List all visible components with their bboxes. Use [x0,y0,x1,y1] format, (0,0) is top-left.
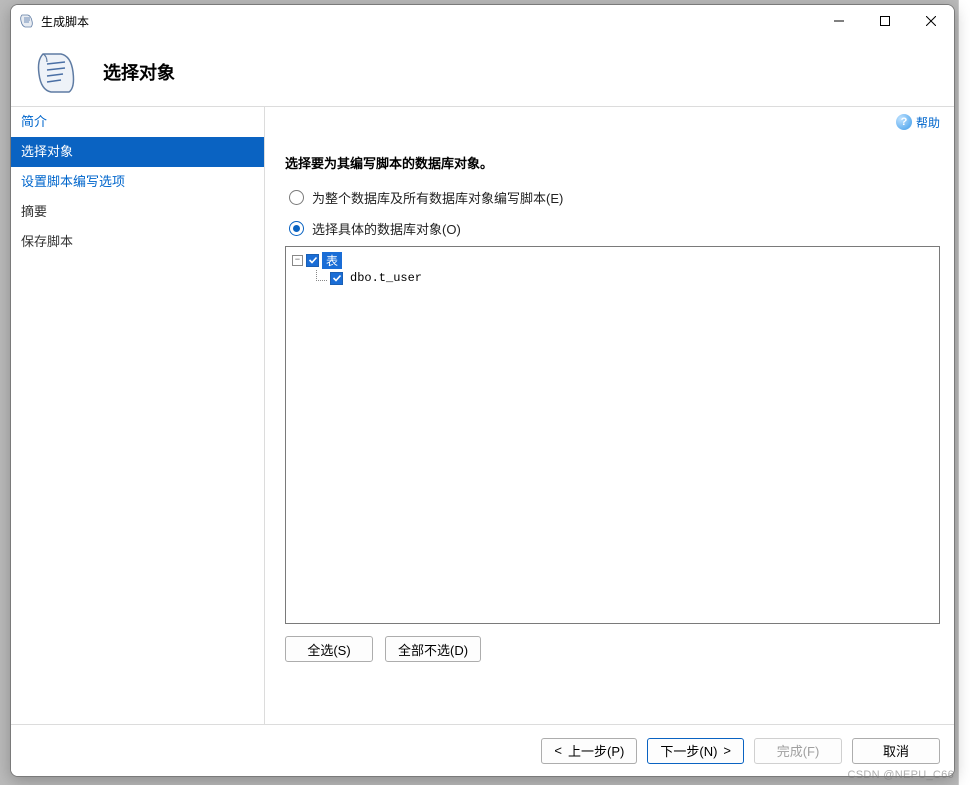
script-scroll-icon [33,48,81,96]
button-label: 取消 [883,741,909,760]
help-label: 帮助 [916,114,940,131]
sidebar-item-choose-objects[interactable]: 选择对象 [11,137,264,167]
window-controls [816,5,954,37]
instruction-text: 选择要为其编写脚本的数据库对象。 [285,153,940,172]
button-label: 完成(F) [777,741,820,760]
tree-node-label: dbo.t_user [346,271,426,285]
chevron-right-icon: > [723,743,731,758]
previous-button[interactable]: < 上一步(P) [541,738,637,764]
checkbox-checked-icon[interactable] [330,272,343,285]
main-content: ? 帮助 选择要为其编写脚本的数据库对象。 为整个数据库及所有数据库对象编写脚本… [265,107,954,724]
radio-select-specific-objects[interactable]: 选择具体的数据库对象(O) [289,219,940,238]
wizard-footer: < 上一步(P) 下一步(N) > 完成(F) 取消 [11,724,954,776]
button-label: 下一步(N) [660,741,717,760]
help-link[interactable]: ? 帮助 [285,107,940,137]
objects-tree[interactable]: − 表 dbo.t_user [285,246,940,624]
select-all-button[interactable]: 全选(S) [285,636,373,662]
window-title: 生成脚本 [41,13,89,30]
radio-label: 为整个数据库及所有数据库对象编写脚本(E) [312,188,563,207]
radio-script-entire-db[interactable]: 为整个数据库及所有数据库对象编写脚本(E) [289,188,940,207]
dialog-body: 简介 选择对象 设置脚本编写选项 摘要 保存脚本 ? 帮助 选择要为其编写脚本的… [11,107,954,724]
button-label: 上一步(P) [568,741,624,760]
watermark-text: CSDN @NEPU_C66 [848,769,954,781]
background-sliver [958,0,970,785]
button-label: 全部不选(D) [398,640,468,659]
titlebar: 生成脚本 [11,5,954,37]
tree-connector-icon [316,270,327,281]
radio-icon [289,221,304,236]
close-button[interactable] [908,5,954,37]
page-title: 选择对象 [103,59,175,85]
sidebar-item-label: 选择对象 [21,144,73,159]
finish-button: 完成(F) [754,738,842,764]
expand-toggle-icon[interactable]: − [292,255,303,266]
tree-node-label: 表 [322,252,342,269]
selection-buttons: 全选(S) 全部不选(D) [285,636,940,662]
tree-node-tables[interactable]: − 表 [292,251,933,269]
wizard-steps-sidebar: 简介 选择对象 设置脚本编写选项 摘要 保存脚本 [11,107,265,724]
checkbox-checked-icon[interactable] [306,254,319,267]
deselect-all-button[interactable]: 全部不选(D) [385,636,481,662]
sidebar-item-summary[interactable]: 摘要 [11,197,264,227]
sidebar-item-scripting-options[interactable]: 设置脚本编写选项 [11,167,264,197]
radio-label: 选择具体的数据库对象(O) [312,219,461,238]
sidebar-item-label: 简介 [21,114,47,129]
sidebar-item-save-scripts[interactable]: 保存脚本 [11,227,264,257]
next-button[interactable]: 下一步(N) > [647,738,744,764]
radio-icon [289,190,304,205]
app-icon [19,13,35,29]
tree-node-table-item[interactable]: dbo.t_user [292,269,933,287]
cancel-button[interactable]: 取消 [852,738,940,764]
page-header: 选择对象 [11,37,954,107]
help-icon: ? [896,114,912,130]
sidebar-item-label: 设置脚本编写选项 [21,174,125,189]
sidebar-item-label: 保存脚本 [21,234,73,249]
sidebar-item-intro[interactable]: 简介 [11,107,264,137]
maximize-button[interactable] [862,5,908,37]
sidebar-item-label: 摘要 [21,204,47,219]
minimize-button[interactable] [816,5,862,37]
button-label: 全选(S) [307,640,350,659]
chevron-left-icon: < [554,743,562,758]
dialog-window: 生成脚本 选择对象 简介 [10,4,955,777]
